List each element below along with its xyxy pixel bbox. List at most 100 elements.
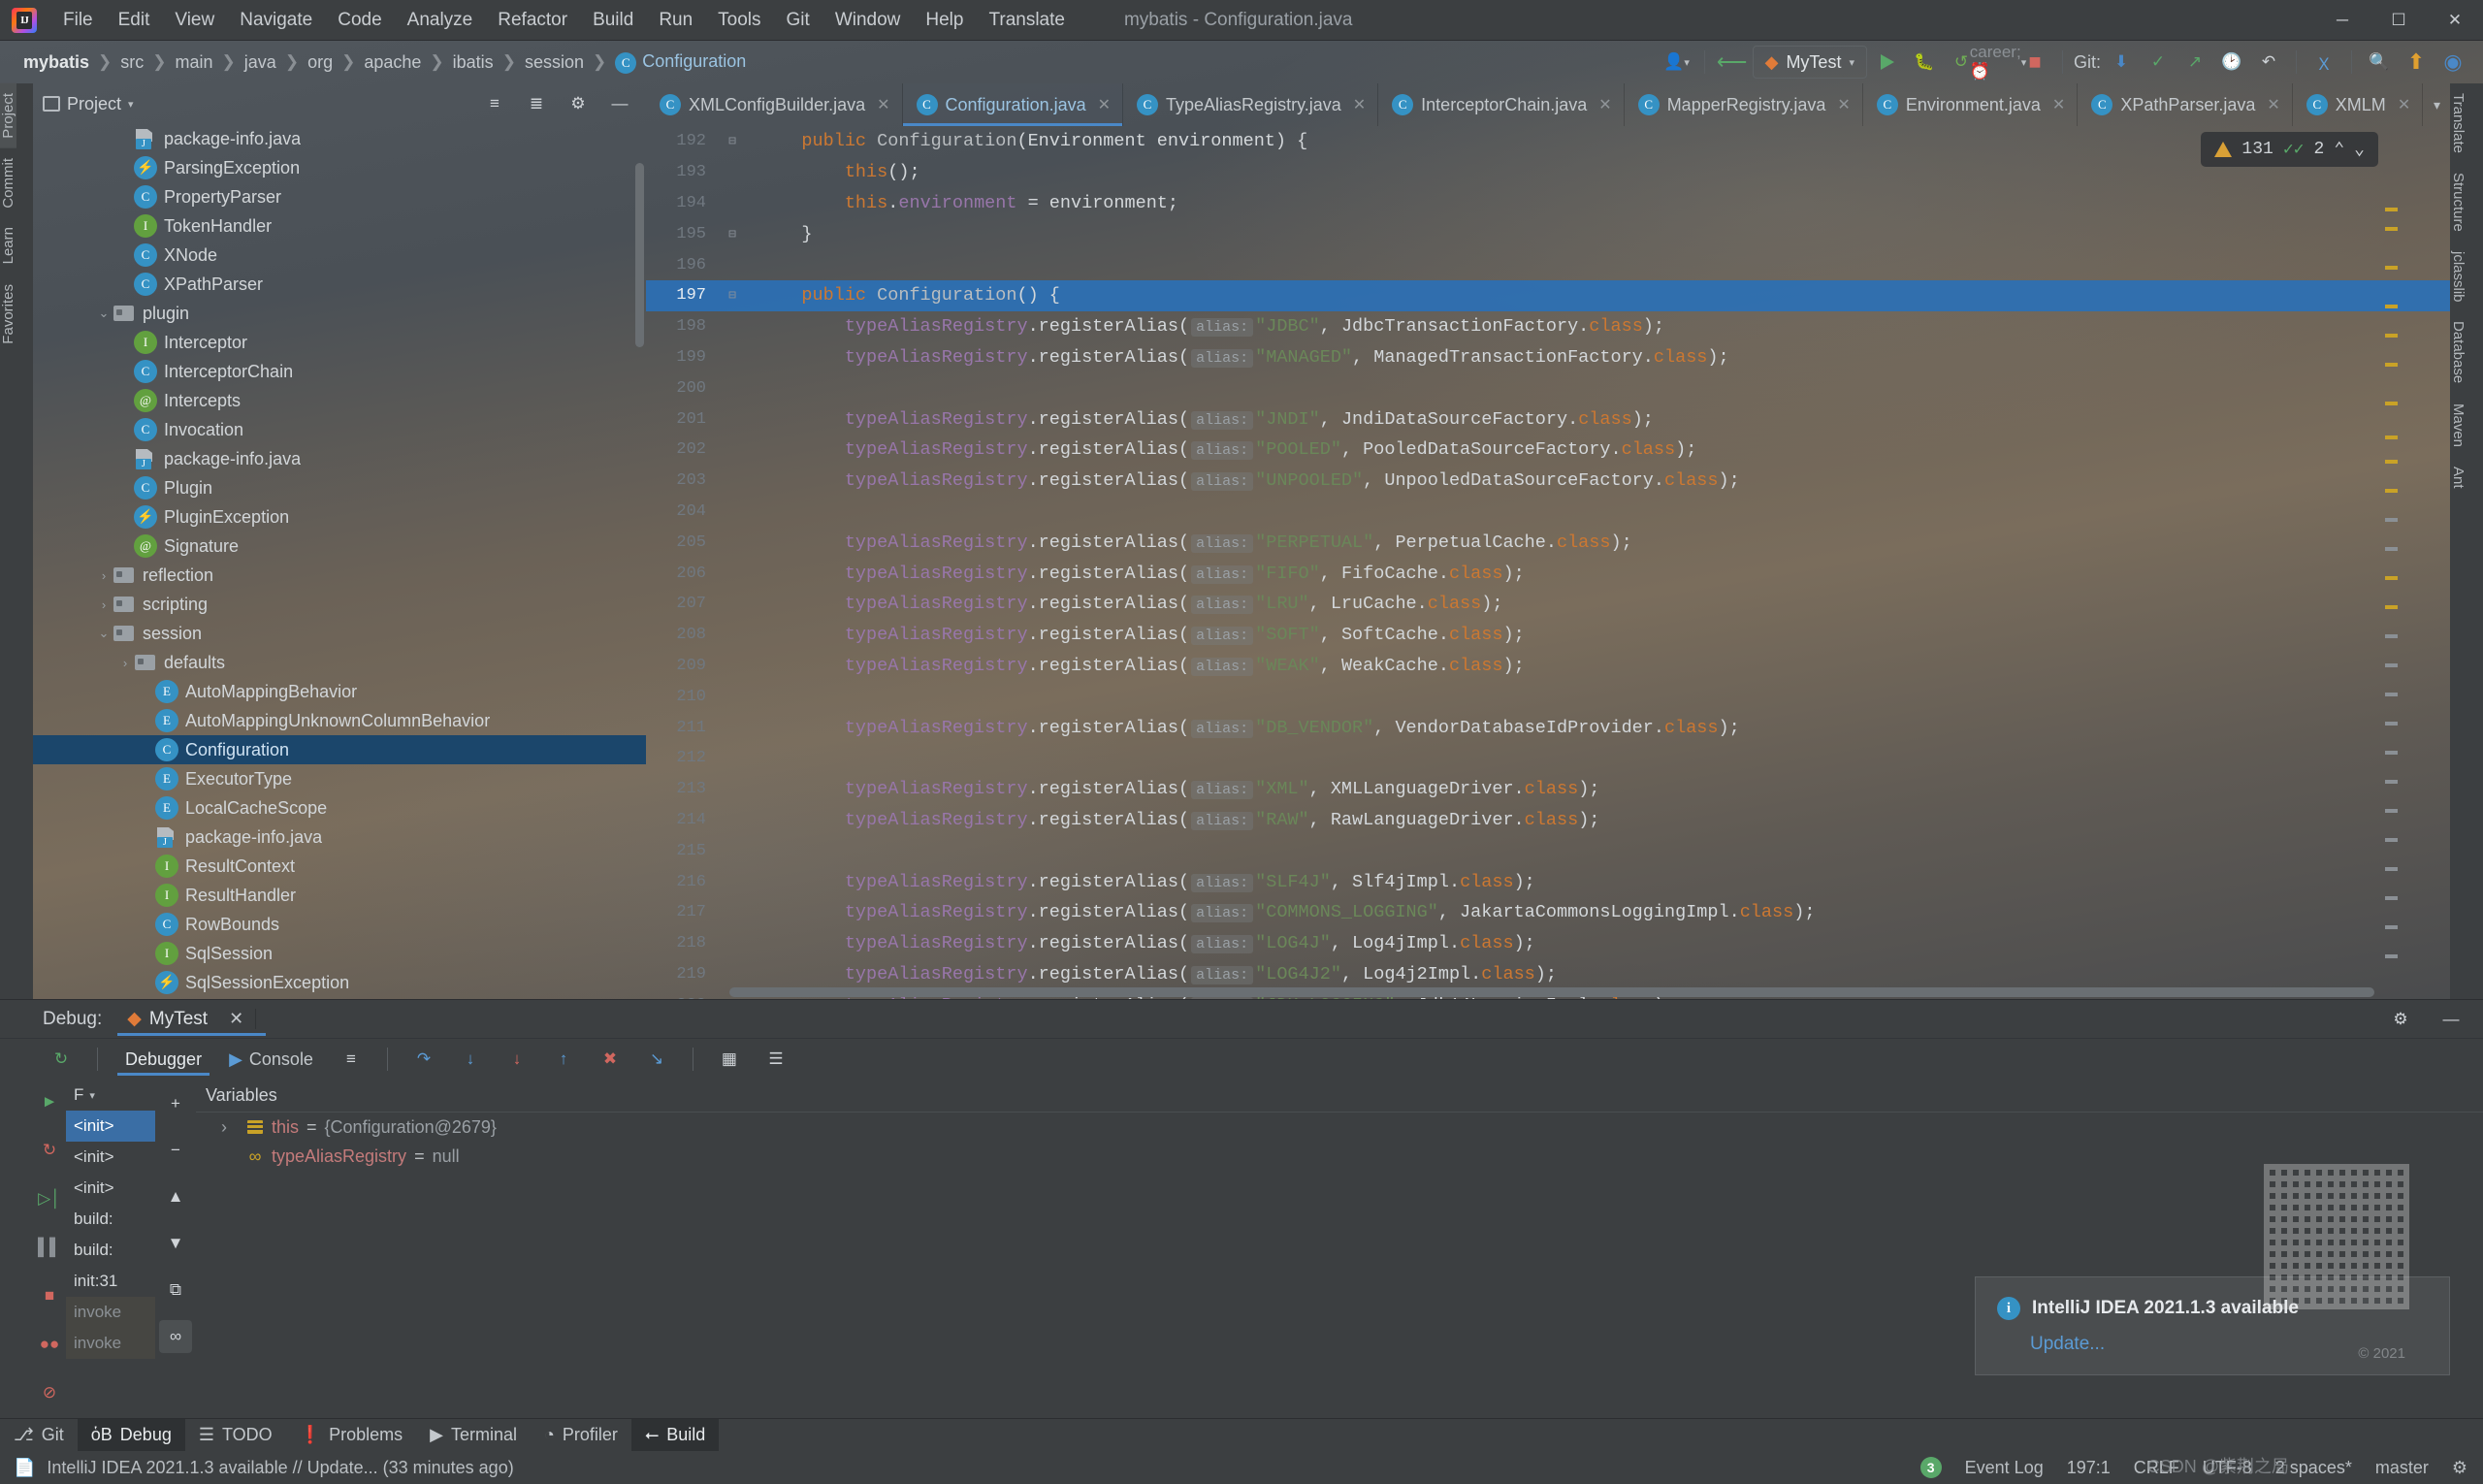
debug-hide-icon[interactable]: — xyxy=(2435,1003,2467,1036)
error-stripe-mark[interactable] xyxy=(2385,838,2398,842)
error-stripe-mark[interactable] xyxy=(2385,867,2398,871)
tree-node-package-info-java[interactable]: package-info.java xyxy=(33,124,646,153)
line-number[interactable]: 203 xyxy=(646,471,720,490)
editor-tab-mapperregistry-java[interactable]: C MapperRegistry.java ✕ xyxy=(1625,83,1863,126)
menu-item-tools[interactable]: Tools xyxy=(705,6,773,35)
collapse-all-icon[interactable]: ≣ xyxy=(520,87,553,120)
error-stripe-mark[interactable] xyxy=(2385,663,2398,667)
move-up-icon[interactable]: ▲ xyxy=(159,1180,192,1213)
rail-item-ant[interactable]: Ant xyxy=(2450,457,2467,499)
tree-node-interceptor[interactable]: I Interceptor xyxy=(33,328,646,357)
mute-breakpoints-icon[interactable]: ☰ xyxy=(759,1043,792,1076)
git-commit-icon[interactable]: ✓ xyxy=(2142,46,2175,79)
code-line-192[interactable]: 192 ⊟ public Configuration(Environment en… xyxy=(646,126,2450,157)
code-line-217[interactable]: 217 typeAliasRegistry.registerAlias(alia… xyxy=(646,897,2450,928)
error-stripe-mark[interactable] xyxy=(2385,547,2398,551)
code-fold-icon[interactable]: ⊟ xyxy=(720,134,745,148)
variable-row-this[interactable]: › this = {Configuration@2679} xyxy=(196,1113,2483,1142)
line-number[interactable]: 194 xyxy=(646,194,720,212)
tree-node-sqlsession[interactable]: I SqlSession xyxy=(33,939,646,968)
error-stripe-mark[interactable] xyxy=(2385,605,2398,609)
editor-scrollbar[interactable] xyxy=(2400,169,2417,999)
tree-node-pluginexception[interactable]: ⚡ PluginException xyxy=(33,502,646,532)
code-line-196[interactable]: 196 xyxy=(646,249,2450,280)
breadcrumb-item-ibatis[interactable]: ibatis xyxy=(447,50,500,75)
tree-node-automappingbehavior[interactable]: E AutoMappingBehavior xyxy=(33,677,646,706)
tree-node-intercepts[interactable]: @ Intercepts xyxy=(33,386,646,415)
variable-expand-arrow[interactable]: › xyxy=(221,1117,239,1138)
line-number[interactable]: 213 xyxy=(646,780,720,798)
debug-session-tab[interactable]: ◆ MyTest ✕ xyxy=(117,1002,266,1036)
frames-filter[interactable]: F ▾ xyxy=(66,1080,155,1111)
tree-node-xnode[interactable]: C XNode xyxy=(33,241,646,270)
error-stripe-mark[interactable] xyxy=(2385,954,2398,958)
next-problem-icon[interactable]: ⌄ xyxy=(2354,139,2365,160)
error-stripe-mark[interactable] xyxy=(2385,925,2398,929)
tree-expand-arrow[interactable]: › xyxy=(95,568,113,583)
step-into-icon[interactable]: ↓ xyxy=(454,1043,487,1076)
line-number[interactable]: 196 xyxy=(646,256,720,274)
code-line-208[interactable]: 208 typeAliasRegistry.registerAlias(alia… xyxy=(646,620,2450,651)
editor-tab-xmlconfigbuilder-java[interactable]: C XMLConfigBuilder.java ✕ xyxy=(646,83,903,126)
line-number[interactable]: 216 xyxy=(646,873,720,891)
rail-item-database[interactable]: Database xyxy=(2450,311,2467,393)
frame-item[interactable]: init:31 xyxy=(66,1266,155,1297)
tree-node-localcachescope[interactable]: E LocalCacheScope xyxy=(33,793,646,823)
profile-icon[interactable]: career;⏰ ▾ xyxy=(1970,43,2026,81)
line-number[interactable]: 193 xyxy=(646,163,720,181)
breadcrumb-item-current[interactable]: C Configuration xyxy=(609,49,752,76)
stop-program-icon[interactable]: ■ xyxy=(33,1279,66,1312)
line-number[interactable]: 192 xyxy=(646,132,720,150)
frame-item[interactable]: invoke xyxy=(66,1328,155,1359)
tree-node-interceptorchain[interactable]: C InterceptorChain xyxy=(33,357,646,386)
code-line-213[interactable]: 213 typeAliasRegistry.registerAlias(alia… xyxy=(646,774,2450,805)
close-button[interactable]: ✕ xyxy=(2427,0,2483,41)
error-stripe-mark[interactable] xyxy=(2385,576,2398,580)
rail-item-jclasslib[interactable]: jclasslib xyxy=(2450,242,2467,312)
caret-position[interactable]: 197:1 xyxy=(2067,1458,2111,1478)
git-update-icon[interactable]: ⬇ xyxy=(2105,46,2138,79)
error-stripe-mark[interactable] xyxy=(2385,305,2398,308)
frame-item[interactable]: <init> xyxy=(66,1111,155,1142)
editor-tab-xmlm[interactable]: C XMLM ✕ xyxy=(2293,83,2424,126)
line-number[interactable]: 208 xyxy=(646,626,720,644)
maximize-button[interactable]: ☐ xyxy=(2370,0,2427,41)
tree-node-scripting[interactable]: › scripting xyxy=(33,590,646,619)
tree-node-configuration[interactable]: C Configuration xyxy=(33,735,646,764)
debug-icon[interactable]: 🐛 xyxy=(1908,46,1941,79)
tool-button-todo[interactable]: ☰ TODO xyxy=(185,1419,286,1452)
show-execution-point-icon[interactable]: ► xyxy=(33,1085,66,1118)
pause-program-icon[interactable]: ▌▌ xyxy=(33,1231,66,1264)
tree-node-executortype[interactable]: E ExecutorType xyxy=(33,764,646,793)
code-editor[interactable]: 192 ⊟ public Configuration(Environment en… xyxy=(646,126,2450,1016)
tree-node-sqlsessionexception[interactable]: ⚡ SqlSessionException xyxy=(33,968,646,997)
menu-item-view[interactable]: View xyxy=(162,6,227,35)
code-line-198[interactable]: 198 typeAliasRegistry.registerAlias(alia… xyxy=(646,311,2450,342)
git-rollback-icon[interactable]: ↶ xyxy=(2252,46,2285,79)
error-stripe-mark[interactable] xyxy=(2385,489,2398,493)
tool-button-profiler[interactable]: ◔ Profiler xyxy=(531,1419,631,1452)
error-stripe-mark[interactable] xyxy=(2385,809,2398,813)
close-tab-icon[interactable]: ✕ xyxy=(877,95,889,114)
breadcrumb-item-mybatis[interactable]: mybatis xyxy=(17,50,95,75)
editor-tab-typealiasregistry-java[interactable]: C TypeAliasRegistry.java ✕ xyxy=(1123,83,1379,126)
step-out-icon[interactable]: ↑ xyxy=(547,1043,580,1076)
tree-node-plugin[interactable]: C Plugin xyxy=(33,473,646,502)
breadcrumb-item-session[interactable]: session xyxy=(519,50,590,75)
menu-item-navigate[interactable]: Navigate xyxy=(227,6,325,35)
git-push-icon[interactable]: ↗ xyxy=(2178,46,2211,79)
tree-node-automappingunknowncolumnbehavior[interactable]: E AutoMappingUnknownColumnBehavior xyxy=(33,706,646,735)
menu-item-code[interactable]: Code xyxy=(325,6,394,35)
search-everywhere-icon[interactable]: 🔍 xyxy=(2363,46,2396,79)
line-number[interactable]: 211 xyxy=(646,719,720,737)
line-number[interactable]: 210 xyxy=(646,688,720,706)
frame-item[interactable]: build: xyxy=(66,1204,155,1235)
error-stripe-mark[interactable] xyxy=(2385,402,2398,405)
updates-available-icon[interactable]: ⬆ xyxy=(2400,46,2433,79)
code-line-216[interactable]: 216 typeAliasRegistry.registerAlias(alia… xyxy=(646,866,2450,897)
code-fold-icon[interactable]: ⊟ xyxy=(720,227,745,242)
menu-item-translate[interactable]: Translate xyxy=(976,6,1078,35)
layout-settings-icon[interactable]: ≡ xyxy=(335,1043,368,1076)
rail-item-learn[interactable]: Learn xyxy=(0,217,16,274)
status-message[interactable]: IntelliJ IDEA 2021.1.3 available // Upda… xyxy=(47,1458,513,1478)
